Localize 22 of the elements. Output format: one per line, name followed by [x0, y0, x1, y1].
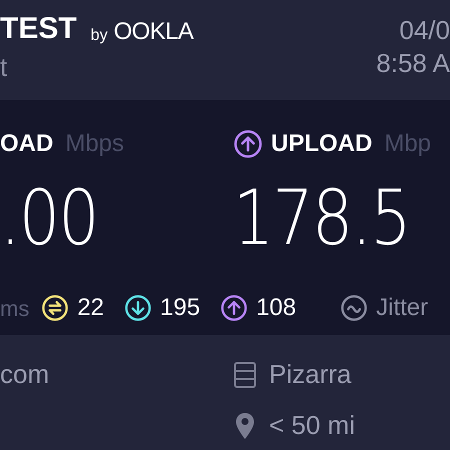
server-name: Pizarra [269, 358, 352, 391]
ping-unit: ms [0, 294, 30, 322]
provider-name: com [0, 359, 50, 389]
jitter-label: Jitter [376, 293, 428, 323]
server-distance: < 50 mi [269, 409, 355, 442]
subtitle: t [0, 51, 8, 84]
location-pin-icon [233, 412, 257, 440]
ping-value: 108 [256, 293, 296, 323]
speed-value: 178.5 [233, 180, 411, 256]
speedtest-logo: TEST by OOKLA [0, 14, 194, 44]
jitter-icon [340, 294, 368, 322]
upload-icon [233, 129, 263, 159]
result-label: UPLOAD [271, 129, 372, 159]
test-time: 8:58 A [376, 46, 450, 79]
unit-label: Mbps [65, 129, 124, 159]
ping-value: 22 [77, 293, 104, 323]
speed-value: .00 [0, 180, 99, 256]
unit-label: Mbp [384, 129, 432, 159]
result-label: OAD [0, 129, 54, 159]
ping-value: 195 [160, 293, 200, 323]
test-date: 04/0 [399, 14, 450, 46]
server-icon [233, 360, 257, 388]
